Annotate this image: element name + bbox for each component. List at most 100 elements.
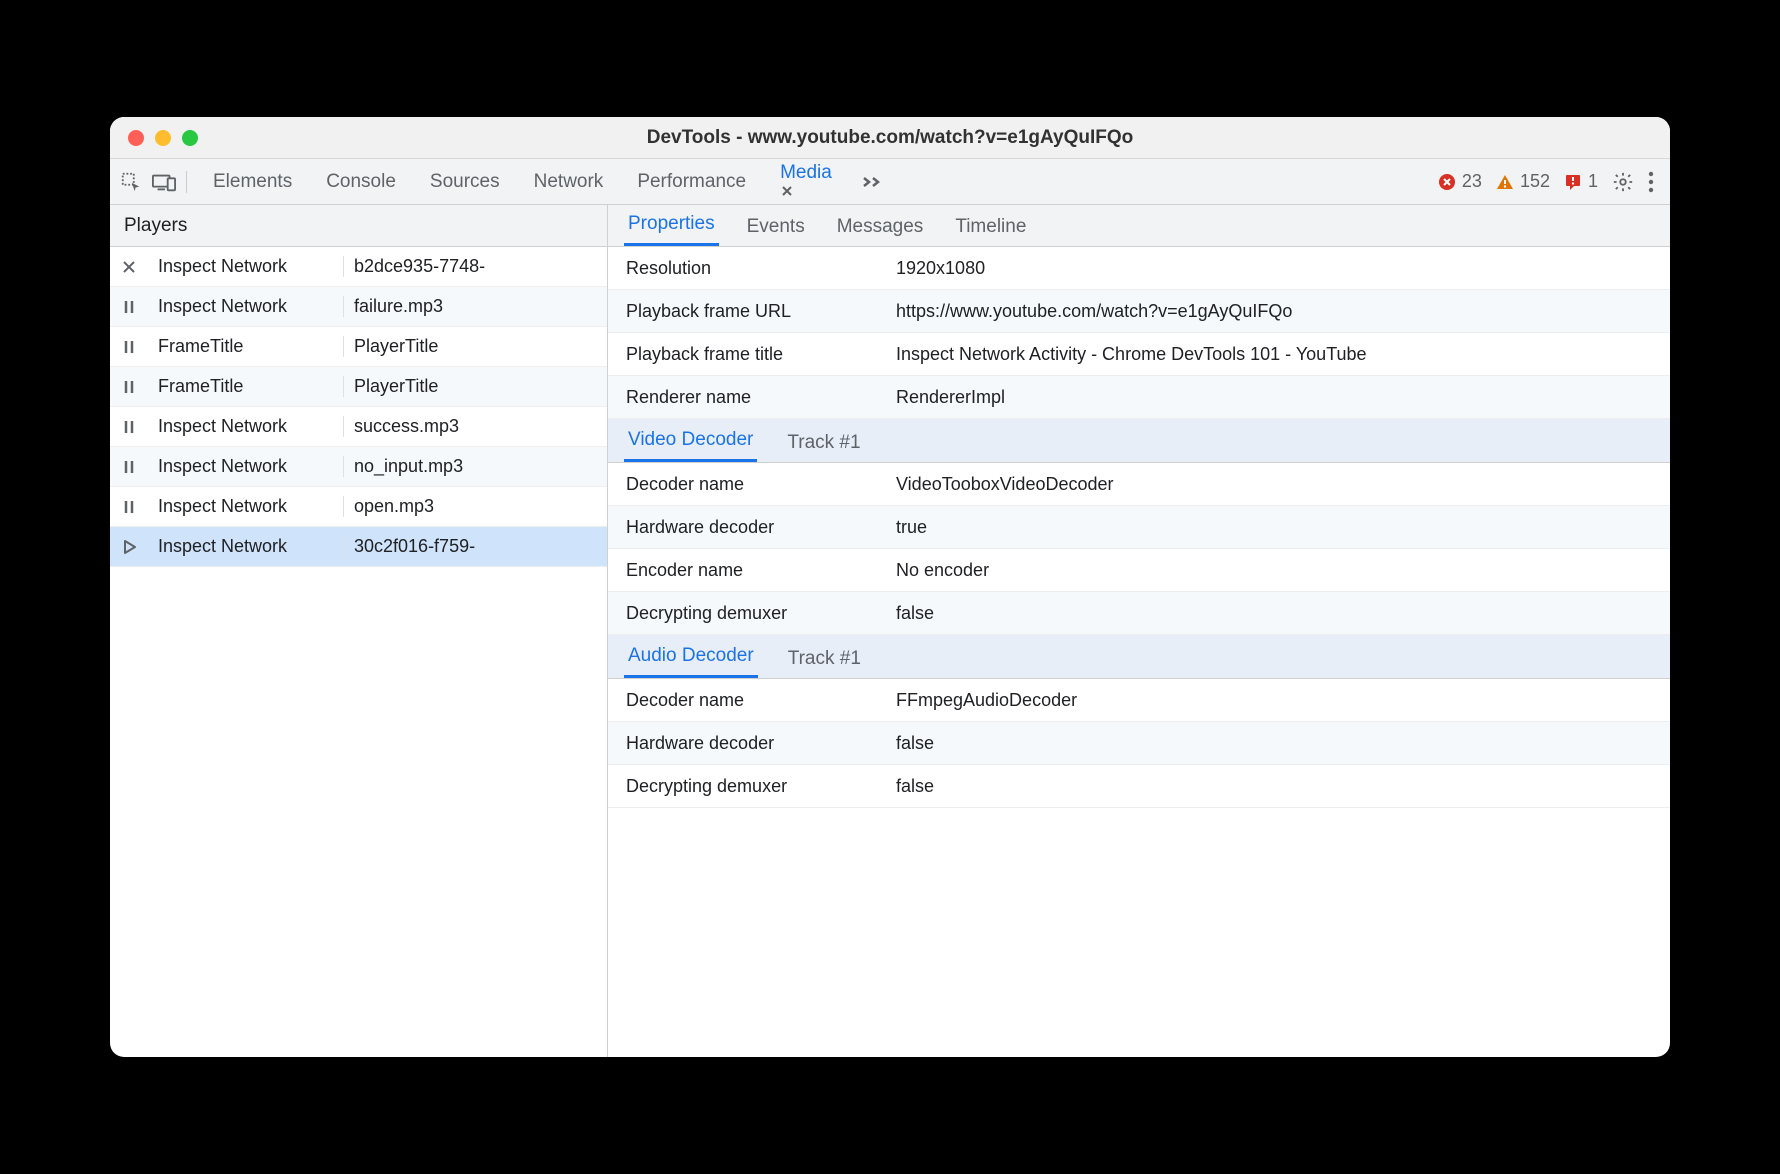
property-row: Encoder nameNo encoder: [608, 549, 1670, 592]
tab-network[interactable]: Network: [528, 163, 610, 201]
property-key: Decoder name: [626, 690, 896, 711]
property-key: Decrypting demuxer: [626, 776, 896, 797]
settings-icon[interactable]: [1612, 171, 1634, 193]
players-pane: Players Inspect Networkb2dce935-7748-Ins…: [110, 205, 608, 1057]
property-key: Hardware decoder: [626, 733, 896, 754]
close-icon[interactable]: [780, 184, 834, 198]
titlebar: DevTools - www.youtube.com/watch?v=e1gAy…: [110, 117, 1670, 159]
window-title: DevTools - www.youtube.com/watch?v=e1gAy…: [110, 127, 1670, 149]
tab-media[interactable]: Media: [774, 154, 840, 209]
error-count-value: 23: [1462, 171, 1482, 192]
audio-decoder-tab[interactable]: Audio Decoder: [624, 637, 758, 678]
audio-track-tab[interactable]: Track #1: [784, 640, 865, 678]
property-key: Encoder name: [626, 560, 896, 581]
player-title: 30c2f016-f759-: [344, 536, 607, 557]
property-row: Resolution1920x1080: [608, 247, 1670, 290]
property-value: false: [896, 733, 1652, 754]
property-value: true: [896, 517, 1652, 538]
pause-icon: [110, 339, 148, 355]
subtab-events[interactable]: Events: [743, 208, 809, 246]
tab-elements[interactable]: Elements: [207, 163, 298, 201]
issue-count[interactable]: 1: [1564, 171, 1598, 192]
player-frame: FrameTitle: [148, 336, 344, 357]
details-pane: Properties Events Messages Timeline Reso…: [608, 205, 1670, 1057]
player-title: open.mp3: [344, 496, 607, 517]
property-key: Decoder name: [626, 474, 896, 495]
player-row[interactable]: Inspect Networkfailure.mp3: [110, 287, 607, 327]
player-frame: Inspect Network: [148, 416, 344, 437]
property-value: false: [896, 776, 1652, 797]
status-area: 23 152 1: [1438, 171, 1660, 193]
player-title: PlayerTitle: [344, 376, 607, 397]
property-value: Inspect Network Activity - Chrome DevToo…: [896, 344, 1652, 365]
property-value: false: [896, 603, 1652, 624]
close-icon: [110, 259, 148, 275]
subtab-properties[interactable]: Properties: [624, 205, 719, 246]
warning-count[interactable]: 152: [1496, 171, 1550, 192]
audio-decoder-section: Audio Decoder Track #1: [608, 635, 1670, 679]
player-title: PlayerTitle: [344, 336, 607, 357]
kebab-menu-icon[interactable]: [1648, 171, 1654, 193]
player-frame: Inspect Network: [148, 256, 344, 277]
main-toolbar: Elements Console Sources Network Perform…: [110, 159, 1670, 205]
pause-icon: [110, 299, 148, 315]
player-frame: Inspect Network: [148, 456, 344, 477]
player-row[interactable]: FrameTitlePlayerTitle: [110, 327, 607, 367]
error-count[interactable]: 23: [1438, 171, 1482, 192]
player-row[interactable]: Inspect Networkopen.mp3: [110, 487, 607, 527]
detail-subtabs: Properties Events Messages Timeline: [608, 205, 1670, 247]
property-value: No encoder: [896, 560, 1652, 581]
property-row: Decoder nameVideoTooboxVideoDecoder: [608, 463, 1670, 506]
tab-sources[interactable]: Sources: [424, 163, 506, 201]
player-title: success.mp3: [344, 416, 607, 437]
player-frame: Inspect Network: [148, 296, 344, 317]
player-row[interactable]: FrameTitlePlayerTitle: [110, 367, 607, 407]
player-title: b2dce935-7748-: [344, 256, 607, 277]
player-row[interactable]: Inspect Network30c2f016-f759-: [110, 527, 607, 567]
property-key: Hardware decoder: [626, 517, 896, 538]
device-toggle-icon[interactable]: [152, 172, 176, 192]
property-key: Decrypting demuxer: [626, 603, 896, 624]
player-frame: Inspect Network: [148, 536, 344, 557]
property-row: Hardware decodertrue: [608, 506, 1670, 549]
property-row: Hardware decoderfalse: [608, 722, 1670, 765]
property-row: Playback frame URLhttps://www.youtube.co…: [608, 290, 1670, 333]
property-row: Decoder nameFFmpegAudioDecoder: [608, 679, 1670, 722]
pause-icon: [110, 379, 148, 395]
more-tabs-icon[interactable]: [862, 174, 884, 190]
video-decoder-tab[interactable]: Video Decoder: [624, 421, 757, 462]
panel-tabs: Elements Console Sources Network Perform…: [197, 154, 1438, 209]
warning-count-value: 152: [1520, 171, 1550, 192]
property-value: 1920x1080: [896, 258, 1652, 279]
property-key: Playback frame URL: [626, 301, 896, 322]
property-row: Decrypting demuxerfalse: [608, 592, 1670, 635]
player-row[interactable]: Inspect Networkb2dce935-7748-: [110, 247, 607, 287]
traffic-lights: [110, 130, 198, 146]
issue-count-value: 1: [1588, 171, 1598, 192]
tab-media-label: Media: [780, 162, 832, 183]
property-row: Renderer nameRendererImpl: [608, 376, 1670, 419]
tab-console[interactable]: Console: [320, 163, 402, 201]
property-value: FFmpegAudioDecoder: [896, 690, 1652, 711]
inspect-element-icon[interactable]: [120, 171, 142, 193]
players-header: Players: [110, 205, 607, 247]
subtab-timeline[interactable]: Timeline: [951, 208, 1030, 246]
error-icon: [1438, 173, 1456, 191]
pause-icon: [110, 499, 148, 515]
property-row: Decrypting demuxerfalse: [608, 765, 1670, 808]
close-window-button[interactable]: [128, 130, 144, 146]
player-row[interactable]: Inspect Networkno_input.mp3: [110, 447, 607, 487]
minimize-window-button[interactable]: [155, 130, 171, 146]
tab-performance[interactable]: Performance: [631, 163, 752, 201]
video-track-tab[interactable]: Track #1: [783, 424, 864, 462]
subtab-messages[interactable]: Messages: [833, 208, 928, 246]
content-area: Players Inspect Networkb2dce935-7748-Ins…: [110, 205, 1670, 1057]
properties-list: Resolution1920x1080Playback frame URLhtt…: [608, 247, 1670, 1057]
warning-icon: [1496, 173, 1514, 191]
devtools-window: DevTools - www.youtube.com/watch?v=e1gAy…: [110, 117, 1670, 1057]
zoom-window-button[interactable]: [182, 130, 198, 146]
play-icon: [110, 539, 148, 555]
property-key: Resolution: [626, 258, 896, 279]
player-row[interactable]: Inspect Networksuccess.mp3: [110, 407, 607, 447]
player-frame: FrameTitle: [148, 376, 344, 397]
